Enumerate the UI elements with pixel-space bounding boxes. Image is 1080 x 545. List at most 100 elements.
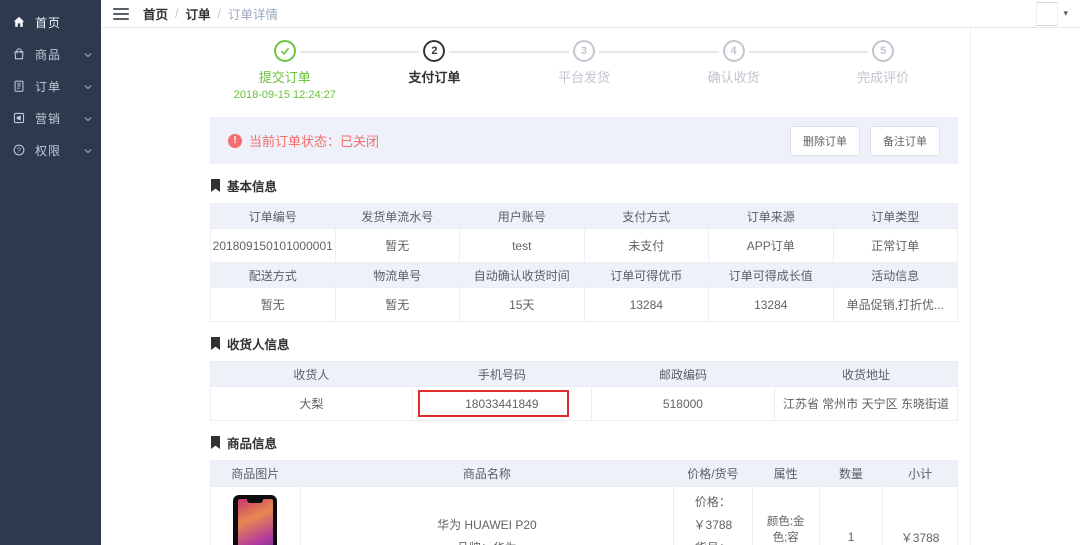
- receiver-address-cell: 江苏省 常州市 天宁区 东晓街道: [774, 387, 957, 421]
- column-header: 商品图片: [211, 461, 301, 487]
- topbar-right: ▾: [1036, 2, 1068, 26]
- chevron-down-icon: [83, 113, 93, 123]
- column-header: 商品名称: [300, 461, 674, 487]
- product-image-cell: [211, 487, 301, 545]
- chevron-down-icon: [83, 81, 93, 91]
- content-right-divider: [970, 28, 971, 545]
- receiver-phone-value: 18033441849: [465, 397, 538, 411]
- order-source-cell: APP订单: [709, 229, 834, 263]
- delivery-method-cell: 暂无: [211, 288, 336, 322]
- sidebar-item-permissions[interactable]: ? 权限: [0, 134, 101, 166]
- home-icon: [12, 15, 26, 29]
- sidebar-item-goods[interactable]: 商品: [0, 38, 101, 70]
- huawei-p20-image: [233, 495, 277, 545]
- sidebar-item-home[interactable]: 首页: [0, 6, 101, 38]
- breadcrumb-current: 订单详情: [228, 4, 278, 23]
- step-check-icon: [274, 40, 296, 62]
- column-header: 支付方式: [584, 204, 709, 229]
- table-row: 大梨 18033441849 518000 江苏省 常州市 天宁区 东晓街道: [211, 387, 958, 421]
- column-header: 手机号码: [412, 362, 591, 387]
- order-detail-page: 提交订单 2018-09-15 12:24:27 2 支付订单 3 平台发货 4…: [210, 28, 958, 545]
- table-row: 201809150101000001 暂无 test 未支付 APP订单 正常订…: [211, 229, 958, 263]
- order-type-cell: 正常订单: [833, 229, 958, 263]
- logistics-number-cell: 暂无: [335, 288, 460, 322]
- table-row: 暂无 暂无 15天 13284 13284 单品促销,打折优...: [211, 288, 958, 322]
- note-order-button[interactable]: 备注订单: [870, 126, 940, 156]
- order-number-cell: 201809150101000001: [211, 229, 336, 263]
- sidebar-item-label: 权限: [35, 142, 83, 159]
- column-header: 收货人: [211, 362, 413, 387]
- caret-down-icon[interactable]: ▾: [1063, 8, 1068, 19]
- section-title: 收货人信息: [227, 334, 290, 353]
- order-status-text-wrap: ! 当前订单状态：已关闭: [228, 131, 379, 150]
- product-price: 价格：￥3788: [678, 491, 747, 537]
- step-number: 3: [573, 40, 595, 62]
- sidebar-item-label: 订单: [35, 78, 83, 95]
- order-status-bar: ! 当前订单状态：已关闭 删除订单 备注订单: [210, 117, 958, 164]
- section-title: 基本信息: [227, 176, 277, 195]
- order-coins-cell: 13284: [584, 288, 709, 322]
- column-header: 订单可得优币: [584, 263, 709, 288]
- main-area: 首页 / 订单 / 订单详情 ▾ 提交订单: [101, 0, 1080, 545]
- column-header: 用户账号: [460, 204, 585, 229]
- basic-info-title-wrap: 基本信息: [210, 176, 958, 195]
- goods-info-title-wrap: 商品信息: [210, 433, 958, 452]
- sidebar-item-marketing[interactable]: 营销: [0, 102, 101, 134]
- product-sku: 货号：6946605: [678, 537, 747, 545]
- payment-method-cell: 未支付: [584, 229, 709, 263]
- sidebar-item-label: 首页: [35, 14, 93, 31]
- product-qty-cell: 1: [819, 487, 882, 545]
- section-title: 商品信息: [227, 433, 277, 452]
- receiver-name-cell: 大梨: [211, 387, 413, 421]
- breadcrumb-home[interactable]: 首页: [143, 4, 168, 23]
- order-detail-app: 首页 商品 订单 营销: [0, 0, 1080, 545]
- sidebar-item-label: 营销: [35, 110, 83, 127]
- product-attrs-cell: 颜色:金色;容量:16G;: [752, 487, 819, 545]
- breadcrumb-separator: /: [175, 7, 178, 21]
- column-header: 价格/货号: [674, 461, 752, 487]
- step-submit-order: 提交订单 2018-09-15 12:24:27: [210, 40, 360, 101]
- step-label: 平台发货: [509, 67, 659, 86]
- topbar: 首页 / 订单 / 订单详情 ▾: [101, 0, 1080, 28]
- column-header: 发货单流水号: [335, 204, 460, 229]
- chevron-down-icon: [83, 49, 93, 59]
- column-header: 自动确认收货时间: [460, 263, 585, 288]
- receiver-phone-cell: 18033441849: [412, 387, 591, 421]
- step-number: 5: [872, 40, 894, 62]
- sidebar-item-label: 商品: [35, 46, 83, 63]
- step-number: 4: [723, 40, 745, 62]
- column-header: 订单编号: [211, 204, 336, 229]
- order-status-text: 当前订单状态：已关闭: [249, 131, 379, 150]
- hamburger-icon[interactable]: [113, 8, 129, 20]
- goods-table: 商品图片 商品名称 价格/货号 属性 数量 小计 华为 HUAWEI P20 品…: [210, 460, 958, 545]
- sidebar: 首页 商品 订单 营销: [0, 0, 101, 545]
- product-subtotal-cell: ￥3788: [883, 487, 958, 545]
- order-growth-cell: 13284: [709, 288, 834, 322]
- step-label: 提交订单: [210, 67, 360, 86]
- activity-info-cell: 单品促销,打折优...: [833, 288, 958, 322]
- step-number: 2: [423, 40, 445, 62]
- delete-order-button[interactable]: 删除订单: [790, 126, 860, 156]
- column-header: 订单类型: [833, 204, 958, 229]
- orders-icon: [12, 79, 26, 93]
- chevron-down-icon: [83, 145, 93, 155]
- step-pay-order: 2 支付订单: [360, 40, 510, 101]
- price-sku-cell: 价格：￥3788 货号：6946605: [674, 487, 752, 545]
- breadcrumb-orders[interactable]: 订单: [186, 4, 211, 23]
- sidebar-item-orders[interactable]: 订单: [0, 70, 101, 102]
- step-confirm-receipt: 4 确认收货: [659, 40, 809, 101]
- column-header: 小计: [883, 461, 958, 487]
- shipping-serial-cell: 暂无: [335, 229, 460, 263]
- bookmark-icon: [210, 436, 221, 449]
- avatar[interactable]: [1036, 2, 1058, 26]
- marketing-icon: [12, 111, 26, 125]
- column-header: 数量: [819, 461, 882, 487]
- step-label: 完成评价: [808, 67, 958, 86]
- goods-icon: [12, 47, 26, 61]
- order-steps: 提交订单 2018-09-15 12:24:27 2 支付订单 3 平台发货 4…: [210, 28, 958, 109]
- goods-row: 华为 HUAWEI P20 品牌：华为 价格：￥3788 货号：6946605 …: [211, 487, 958, 545]
- bookmark-icon: [210, 337, 221, 350]
- step-label: 支付订单: [360, 67, 510, 86]
- auto-confirm-time-cell: 15天: [460, 288, 585, 322]
- breadcrumb-separator: /: [218, 7, 221, 21]
